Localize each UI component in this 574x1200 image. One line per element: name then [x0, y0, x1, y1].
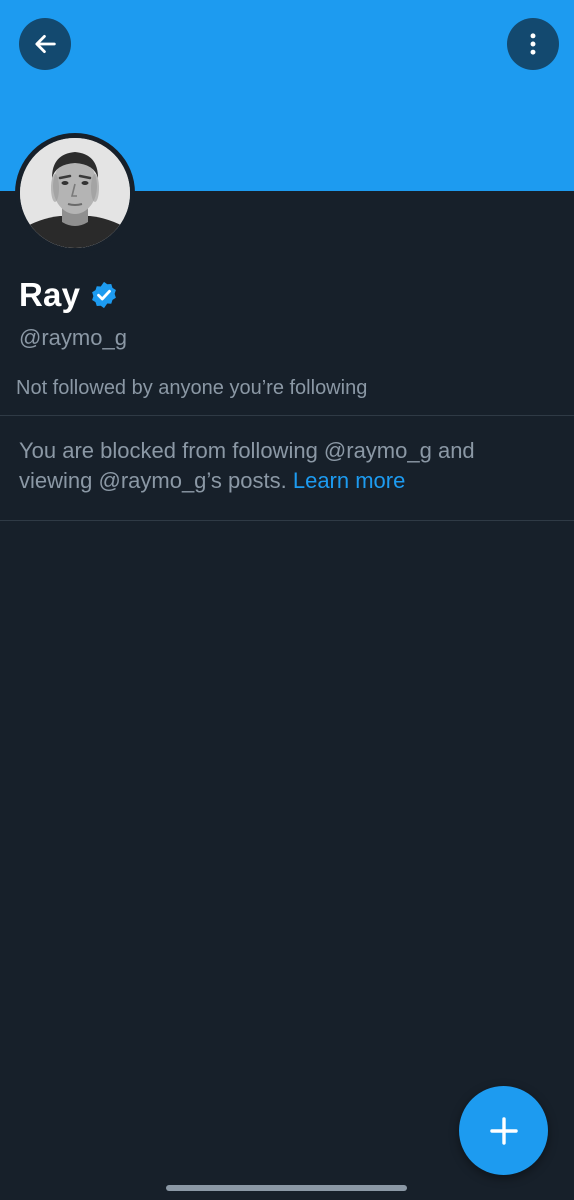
- gesture-nav-bar[interactable]: [166, 1185, 407, 1191]
- more-options-button[interactable]: [507, 18, 559, 70]
- profile-name: Ray: [19, 276, 81, 313]
- blocked-notice-text: You are blocked from following @raymo_g …: [19, 438, 475, 493]
- profile-screen: Ray @raymo_g Not followed by anyone you’…: [0, 0, 574, 1200]
- compose-post-button[interactable]: [459, 1086, 548, 1175]
- plus-icon: [489, 1116, 518, 1145]
- more-vertical-icon: [530, 33, 536, 55]
- followers-you-know-note: Not followed by anyone you’re following: [16, 377, 368, 399]
- profile-name-row: Ray: [19, 276, 119, 314]
- learn-more-link[interactable]: Learn more: [293, 468, 406, 493]
- divider: [0, 415, 574, 416]
- blocked-notice: You are blocked from following @raymo_g …: [19, 436, 549, 496]
- avatar-image: [20, 138, 130, 248]
- arrow-left-icon: [35, 35, 56, 53]
- avatar[interactable]: [15, 133, 135, 253]
- divider: [0, 520, 574, 521]
- back-button[interactable]: [19, 18, 71, 70]
- verified-badge-icon[interactable]: [89, 280, 119, 310]
- profile-handle: @raymo_g: [19, 325, 127, 350]
